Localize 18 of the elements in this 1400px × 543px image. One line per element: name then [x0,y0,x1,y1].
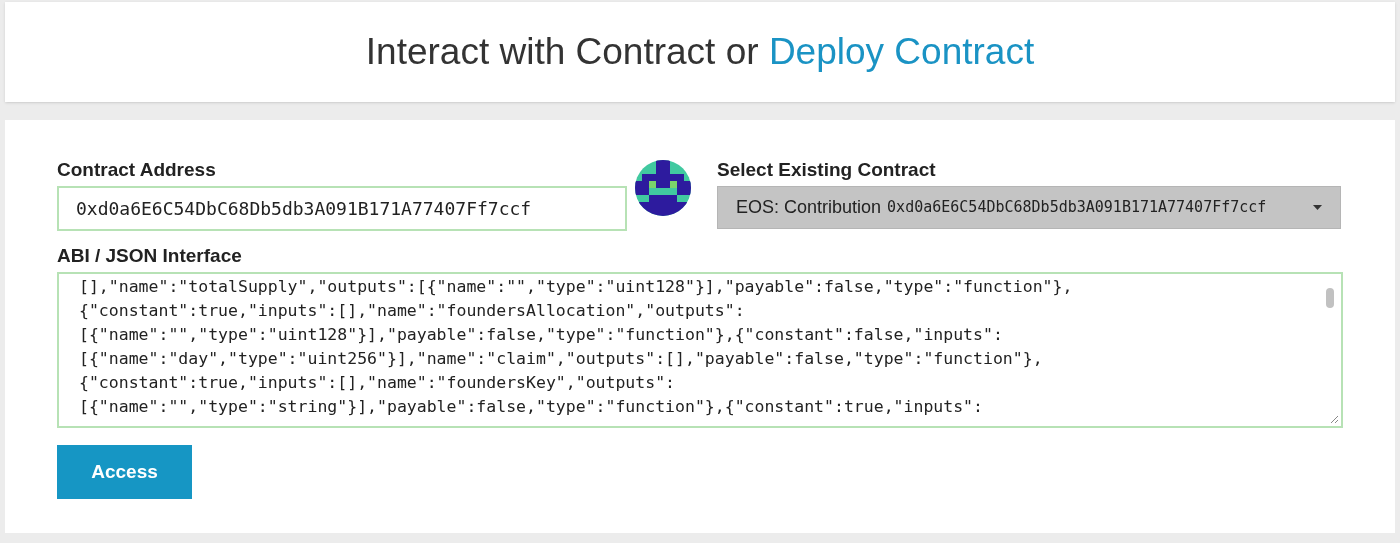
address-field[interactable]: 0xd0a6E6C54DbC68Db5db3A091B171A77407Ff7ccf [57,186,627,231]
code-line: {"constant":true,"inputs":[],"name":"foundersAllocation","outputs": [79,300,745,322]
code-line: [{"name":"","type":"uint128"}],"payable":false,"type":"function"},{"constant":false,"inputs": [79,324,1003,346]
page-title: Interact with Contract [365,31,716,73]
code-line: [{"name":"day","type":"uint256"}],"name":"claim","outputs":[],"payable":false,"type":"function"}, [79,348,1043,370]
scrollbar-thumb[interactable] [1326,288,1334,308]
field-label: ABI / JSON Interface [57,244,243,268]
avatar-icon [635,160,691,216]
field-label: Select Existing Contract [717,158,937,182]
code-line: [],"name":"totalSupply","outputs":[{"name":"","type":"uint128"}],"payable":false,"type":"function"}, [79,276,1073,298]
abi-textarea[interactable] [57,272,1343,428]
contract-dropdown[interactable]: EOS: Contribution 0xd0a6E6C54DbC68Db5db3A091B171A77407Ff7ccf [717,186,1341,229]
resize-handle-icon[interactable] [1330,415,1339,424]
field-label: Contract Address [57,158,217,182]
code-line: {"constant":true,"inputs":[],"name":"foundersKey","outputs": [79,372,676,394]
caret-icon [1313,205,1322,210]
code-line: [{"name":"","type":"string"}],"payable":false,"type":"function"},{"constant":true,"inputs": [79,396,983,418]
title-connector: or [725,31,759,73]
